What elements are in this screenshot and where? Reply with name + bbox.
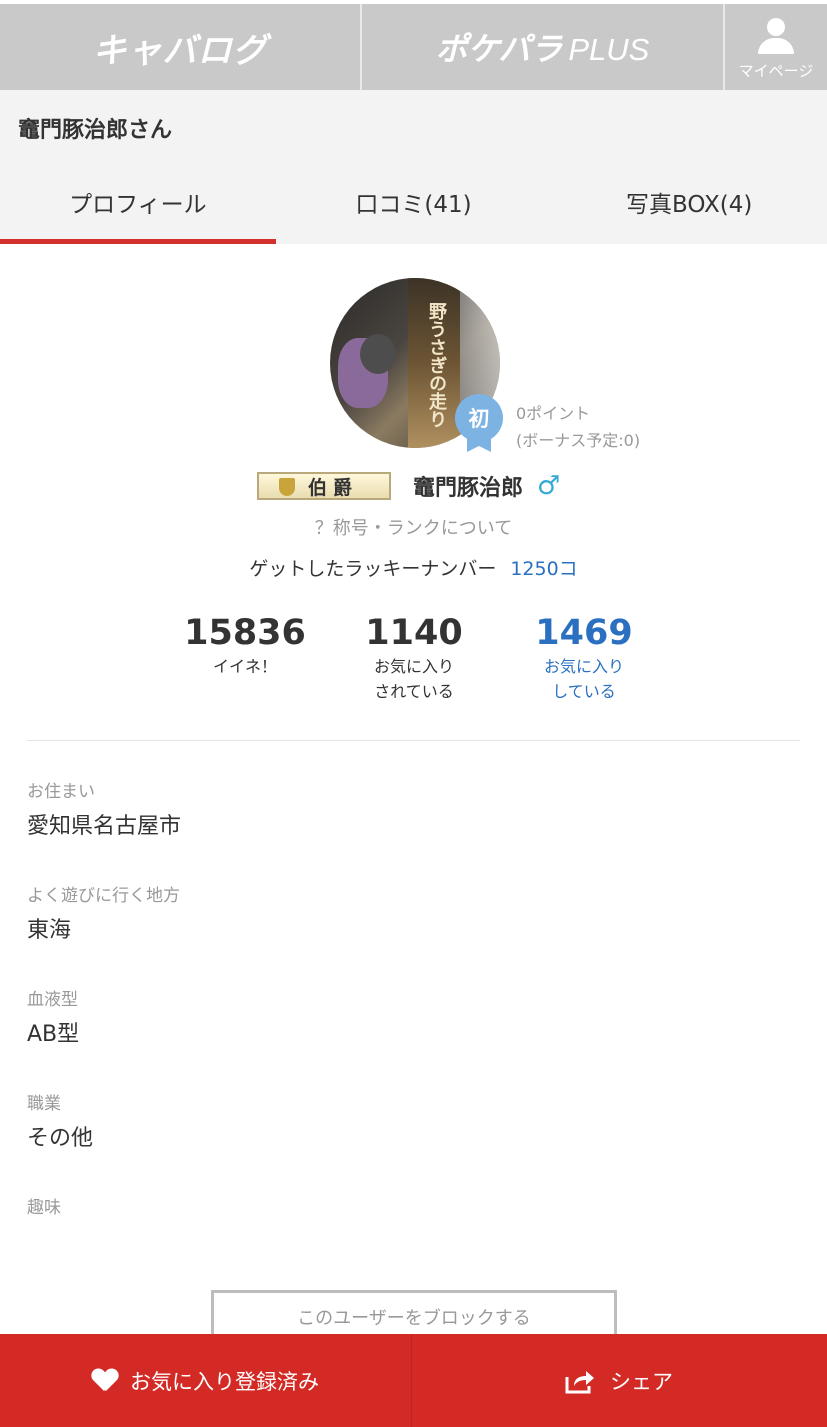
field-occupation: 職業 その他 xyxy=(27,1092,93,1156)
top-navigation: キャバログ ポケパラ PLUS マイページ xyxy=(0,4,827,90)
user-header: 竈門豚治郎さん プロフィール 口コミ(41) 写真BOX(4) xyxy=(0,90,827,244)
field-value: 東海 xyxy=(27,918,72,943)
lucky-number-label: ゲットしたラッキーナンバー xyxy=(249,558,497,580)
field-region: よく遊びに行く地方 東海 xyxy=(27,884,180,948)
field-value: その他 xyxy=(27,1126,94,1151)
divider xyxy=(27,740,800,741)
cabalog-logo: キャバログ xyxy=(92,30,268,71)
stat-label: している xyxy=(552,682,616,701)
field-residence: お住まい 愛知県名古屋市 xyxy=(27,780,181,844)
points-info: 0ポイント (ボーナス予定:0) xyxy=(516,400,640,454)
field-value: AB型 xyxy=(27,1022,80,1047)
field-label: 趣味 xyxy=(27,1198,61,1218)
rank-row: 伯爵 竈門豚治郎 ♂ xyxy=(257,470,560,502)
tab-reviews[interactable]: 口コミ(41) xyxy=(276,160,552,244)
stat-label: イイネ！ xyxy=(212,657,277,676)
share-button[interactable]: シェア xyxy=(412,1334,825,1427)
stat-value: 1469 xyxy=(535,613,633,653)
field-label: 職業 xyxy=(27,1094,61,1114)
bonus-value: (ボーナス予定:0) xyxy=(516,431,641,450)
profile-name: 竈門豚治郎 xyxy=(413,476,524,501)
bottom-action-bar: お気に入り登録済み シェア xyxy=(0,1334,827,1427)
block-user-button[interactable]: このユーザーをブロックする xyxy=(211,1290,617,1340)
tab-profile[interactable]: プロフィール xyxy=(0,160,276,244)
shield-icon xyxy=(279,478,295,496)
field-label: 血液型 xyxy=(27,990,78,1010)
nav-cabalog-link[interactable]: キャバログ xyxy=(0,4,362,90)
field-label: お住まい xyxy=(27,782,95,802)
first-badge-icon: 初 xyxy=(455,394,503,454)
rank-title: 伯爵 xyxy=(307,476,358,499)
field-label: よく遊びに行く地方 xyxy=(27,886,180,906)
stat-label: されている xyxy=(374,682,454,701)
page-title: 竈門豚治郎さん xyxy=(18,118,173,143)
field-blood-type: 血液型 AB型 xyxy=(27,988,79,1052)
share-label: シェア xyxy=(610,1369,673,1394)
lucky-number-row: ゲットしたラッキーナンバー 1250コ xyxy=(0,554,827,581)
stats-row: 15836 イイネ！ 1140 お気に入り されている 1469 お気に入り し… xyxy=(0,612,827,712)
nav-pokepara-link[interactable]: ポケパラ PLUS xyxy=(362,4,725,90)
pokepara-logo: ポケパラ PLUS xyxy=(435,30,650,68)
tab-photo-box[interactable]: 写真BOX(4) xyxy=(551,160,827,244)
heart-icon xyxy=(92,1369,118,1393)
rank-info-link[interactable]: ？称号・ランクについて xyxy=(0,514,827,540)
stat-label: お気に入り xyxy=(543,657,624,676)
field-hobby: 趣味 xyxy=(27,1196,61,1226)
lucky-number-count[interactable]: 1250コ xyxy=(510,558,577,580)
stat-favorited-by[interactable]: 1140 お気に入り されている xyxy=(329,612,499,704)
mypage-label: マイページ xyxy=(738,61,814,80)
share-icon xyxy=(565,1370,594,1393)
stat-value: 1140 xyxy=(365,613,463,653)
points-value: 0ポイント xyxy=(516,404,591,423)
stat-label: お気に入り xyxy=(373,657,454,676)
male-icon: ♂ xyxy=(537,471,561,501)
mypage-button[interactable]: マイページ xyxy=(725,4,827,90)
user-icon xyxy=(756,17,796,56)
favorite-label: お気に入り登録済み xyxy=(130,1369,319,1394)
field-value: 愛知県名古屋市 xyxy=(27,814,182,839)
stat-favoriting[interactable]: 1469 お気に入り している xyxy=(499,612,669,704)
rank-badge: 伯爵 xyxy=(257,472,391,500)
favorite-button[interactable]: お気に入り登録済み xyxy=(0,1334,412,1427)
profile-tabs: プロフィール 口コミ(41) 写真BOX(4) xyxy=(0,160,827,244)
stat-likes: 15836 イイネ！ xyxy=(160,612,330,679)
stat-value: 15836 xyxy=(184,613,306,653)
